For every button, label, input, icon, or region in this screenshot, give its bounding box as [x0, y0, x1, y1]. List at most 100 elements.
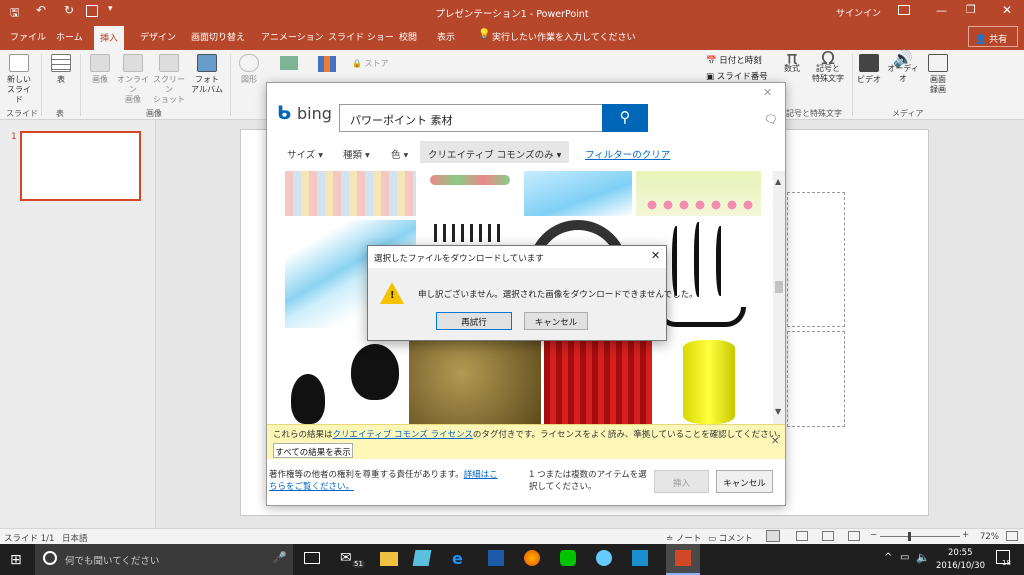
minimize-button[interactable]: — — [936, 4, 947, 17]
zoom-out-icon[interactable]: − — [870, 530, 877, 540]
zoom-slider[interactable] — [880, 536, 960, 537]
shapes-button[interactable]: 図形 — [236, 54, 262, 85]
close-button[interactable]: ✕ — [1002, 3, 1012, 17]
video-button[interactable]: ビデオ — [856, 54, 882, 85]
clear-filters-link[interactable]: フィルターのクリア — [585, 147, 670, 161]
scroll-down-icon[interactable]: ▼ — [775, 407, 781, 416]
search-input[interactable]: パワーポイント 素材 — [339, 104, 603, 132]
tab-animations[interactable]: アニメーション — [261, 30, 324, 43]
title-placeholder[interactable] — [787, 192, 845, 327]
tab-file[interactable]: ファイル — [10, 30, 46, 43]
screen-recording-button[interactable]: 画面 録画 — [924, 54, 952, 95]
slide-thumbnail[interactable] — [20, 131, 141, 201]
line-icon[interactable] — [560, 550, 576, 566]
tab-review[interactable]: 校閲 — [399, 30, 417, 43]
zoom-level[interactable]: 72% — [980, 532, 999, 542]
license-filter[interactable]: クリエイティブ コモンズのみ ▾ — [420, 141, 570, 163]
slide-sorter-icon[interactable] — [796, 531, 808, 541]
image-result-gold-texture[interactable] — [409, 338, 541, 426]
tab-design[interactable]: デザイン — [140, 30, 176, 43]
zoom-in-icon[interactable]: + — [962, 530, 969, 540]
audio-button[interactable]: 🔊 オーディオ — [884, 51, 922, 84]
license-link[interactable]: クリエイティブ コモンズ ライセンス — [333, 430, 473, 440]
task-view-icon[interactable] — [304, 552, 320, 564]
subtitle-placeholder[interactable] — [787, 331, 845, 427]
image-button[interactable]: 画像 — [86, 54, 114, 85]
insert-button[interactable]: 挿入 — [654, 470, 709, 493]
clock-time[interactable]: 20:55 — [948, 548, 973, 558]
fit-to-window-icon[interactable] — [1006, 531, 1018, 541]
firefox-icon[interactable] — [524, 550, 540, 566]
table-button[interactable]: 表 — [48, 54, 74, 85]
smartart-icon[interactable] — [280, 56, 298, 70]
cancel-button[interactable]: キャンセル — [716, 470, 773, 493]
cortana-search-box[interactable]: 何でも聞いてください 🎤 — [35, 544, 293, 575]
share-button[interactable]: 👤 共有 — [968, 26, 1018, 47]
screenshot-button[interactable]: スクリーン ショット — [152, 54, 186, 105]
retry-button[interactable]: 再試行 — [436, 312, 512, 330]
online-image-button[interactable]: オンライン 画像 — [116, 54, 150, 105]
image-result-flowers-wreath[interactable] — [420, 171, 520, 216]
photo-album-button[interactable]: フォト アルバム — [190, 54, 224, 95]
store-button[interactable]: 🔒 ストア — [352, 58, 389, 69]
language-status[interactable]: 日本語 — [62, 532, 88, 544]
mail-icon[interactable]: ✉ — [340, 550, 352, 566]
image-result-stripes[interactable] — [285, 171, 416, 216]
scroll-up-icon[interactable]: ▲ — [775, 177, 781, 186]
network-icon[interactable]: ▭ — [900, 552, 909, 563]
zoom-slider-thumb[interactable] — [908, 532, 911, 541]
symbol-button[interactable]: Ω 記号と 特殊文字 — [810, 50, 846, 84]
clock-date[interactable]: 2016/10/30 — [936, 561, 985, 571]
powerpoint-taskbar-button[interactable] — [666, 544, 700, 575]
type-filter[interactable]: 種類 ▾ — [343, 147, 370, 161]
chart-icon[interactable] — [318, 56, 336, 72]
tab-transitions[interactable]: 画面切り替え — [191, 30, 245, 43]
error-close-icon[interactable]: ✕ — [651, 249, 660, 262]
error-cancel-button[interactable]: キャンセル — [524, 312, 588, 330]
file-explorer-icon[interactable] — [380, 552, 398, 566]
feedback-icon[interactable]: 🗨 — [764, 113, 778, 126]
show-all-results-button[interactable]: すべての結果を表示 — [273, 443, 353, 458]
reading-view-icon[interactable] — [822, 531, 834, 541]
size-filter[interactable]: サイズ ▾ — [287, 147, 323, 161]
tab-home[interactable]: ホーム — [56, 30, 83, 43]
learn-more-link-2[interactable]: ちらをご覧ください。 — [269, 482, 354, 492]
scroll-thumb[interactable] — [775, 281, 783, 293]
dialog-close-icon[interactable]: ✕ — [763, 86, 772, 99]
windows-start-icon[interactable]: ⊞ — [10, 552, 22, 568]
app-icon-arrow[interactable] — [632, 550, 648, 566]
learn-more-link-1[interactable]: 詳細はこ — [464, 470, 498, 480]
edge-icon[interactable]: e — [452, 549, 463, 568]
notes-button[interactable]: ≐ ノート — [666, 532, 701, 544]
equation-button[interactable]: π 数式 — [780, 50, 804, 74]
image-result-footprints[interactable] — [285, 338, 407, 426]
slide-thumbnail-pane: 1 — [0, 120, 156, 528]
app-icon-bird[interactable] — [596, 550, 612, 566]
normal-view-icon[interactable] — [766, 530, 780, 542]
maximize-button[interactable]: ❐ — [966, 3, 976, 16]
search-button[interactable]: ⚲ — [602, 104, 648, 132]
results-scrollbar[interactable]: ▲ ▼ — [773, 171, 785, 426]
date-time-button[interactable]: 📅 日付と時刻 — [706, 54, 762, 66]
image-result-pink-flowers[interactable] — [636, 171, 761, 216]
microphone-icon[interactable]: 🎤 — [273, 551, 287, 564]
image-result-blue-wave[interactable] — [524, 171, 632, 216]
volume-icon[interactable]: 🔈 — [916, 551, 930, 564]
comments-button[interactable]: ▭ コメント — [708, 532, 753, 544]
word-icon[interactable] — [488, 550, 504, 566]
tray-chevron-icon[interactable]: ^ — [884, 552, 892, 563]
app-icon-blue[interactable] — [412, 550, 432, 566]
image-result-red-curtain[interactable] — [544, 338, 652, 426]
tell-me-box[interactable]: 実行したい作業を入力してください — [492, 30, 635, 43]
ribbon-display-icon[interactable] — [898, 5, 910, 15]
slide-number-button[interactable]: ▣ スライド番号 — [706, 70, 768, 82]
notice-close-icon[interactable]: ✕ — [771, 436, 779, 447]
new-slide-button[interactable]: 新しい スライド — [4, 54, 34, 105]
tab-view[interactable]: 表示 — [437, 30, 455, 43]
tab-slideshow[interactable]: スライド ショー — [328, 30, 394, 43]
signin-link[interactable]: サインイン — [836, 6, 881, 19]
tab-insert[interactable]: 挿入 — [94, 26, 125, 50]
color-filter[interactable]: 色 ▾ — [391, 147, 408, 161]
image-result-yellow-drum[interactable] — [655, 338, 761, 426]
slideshow-view-icon[interactable] — [848, 531, 860, 541]
